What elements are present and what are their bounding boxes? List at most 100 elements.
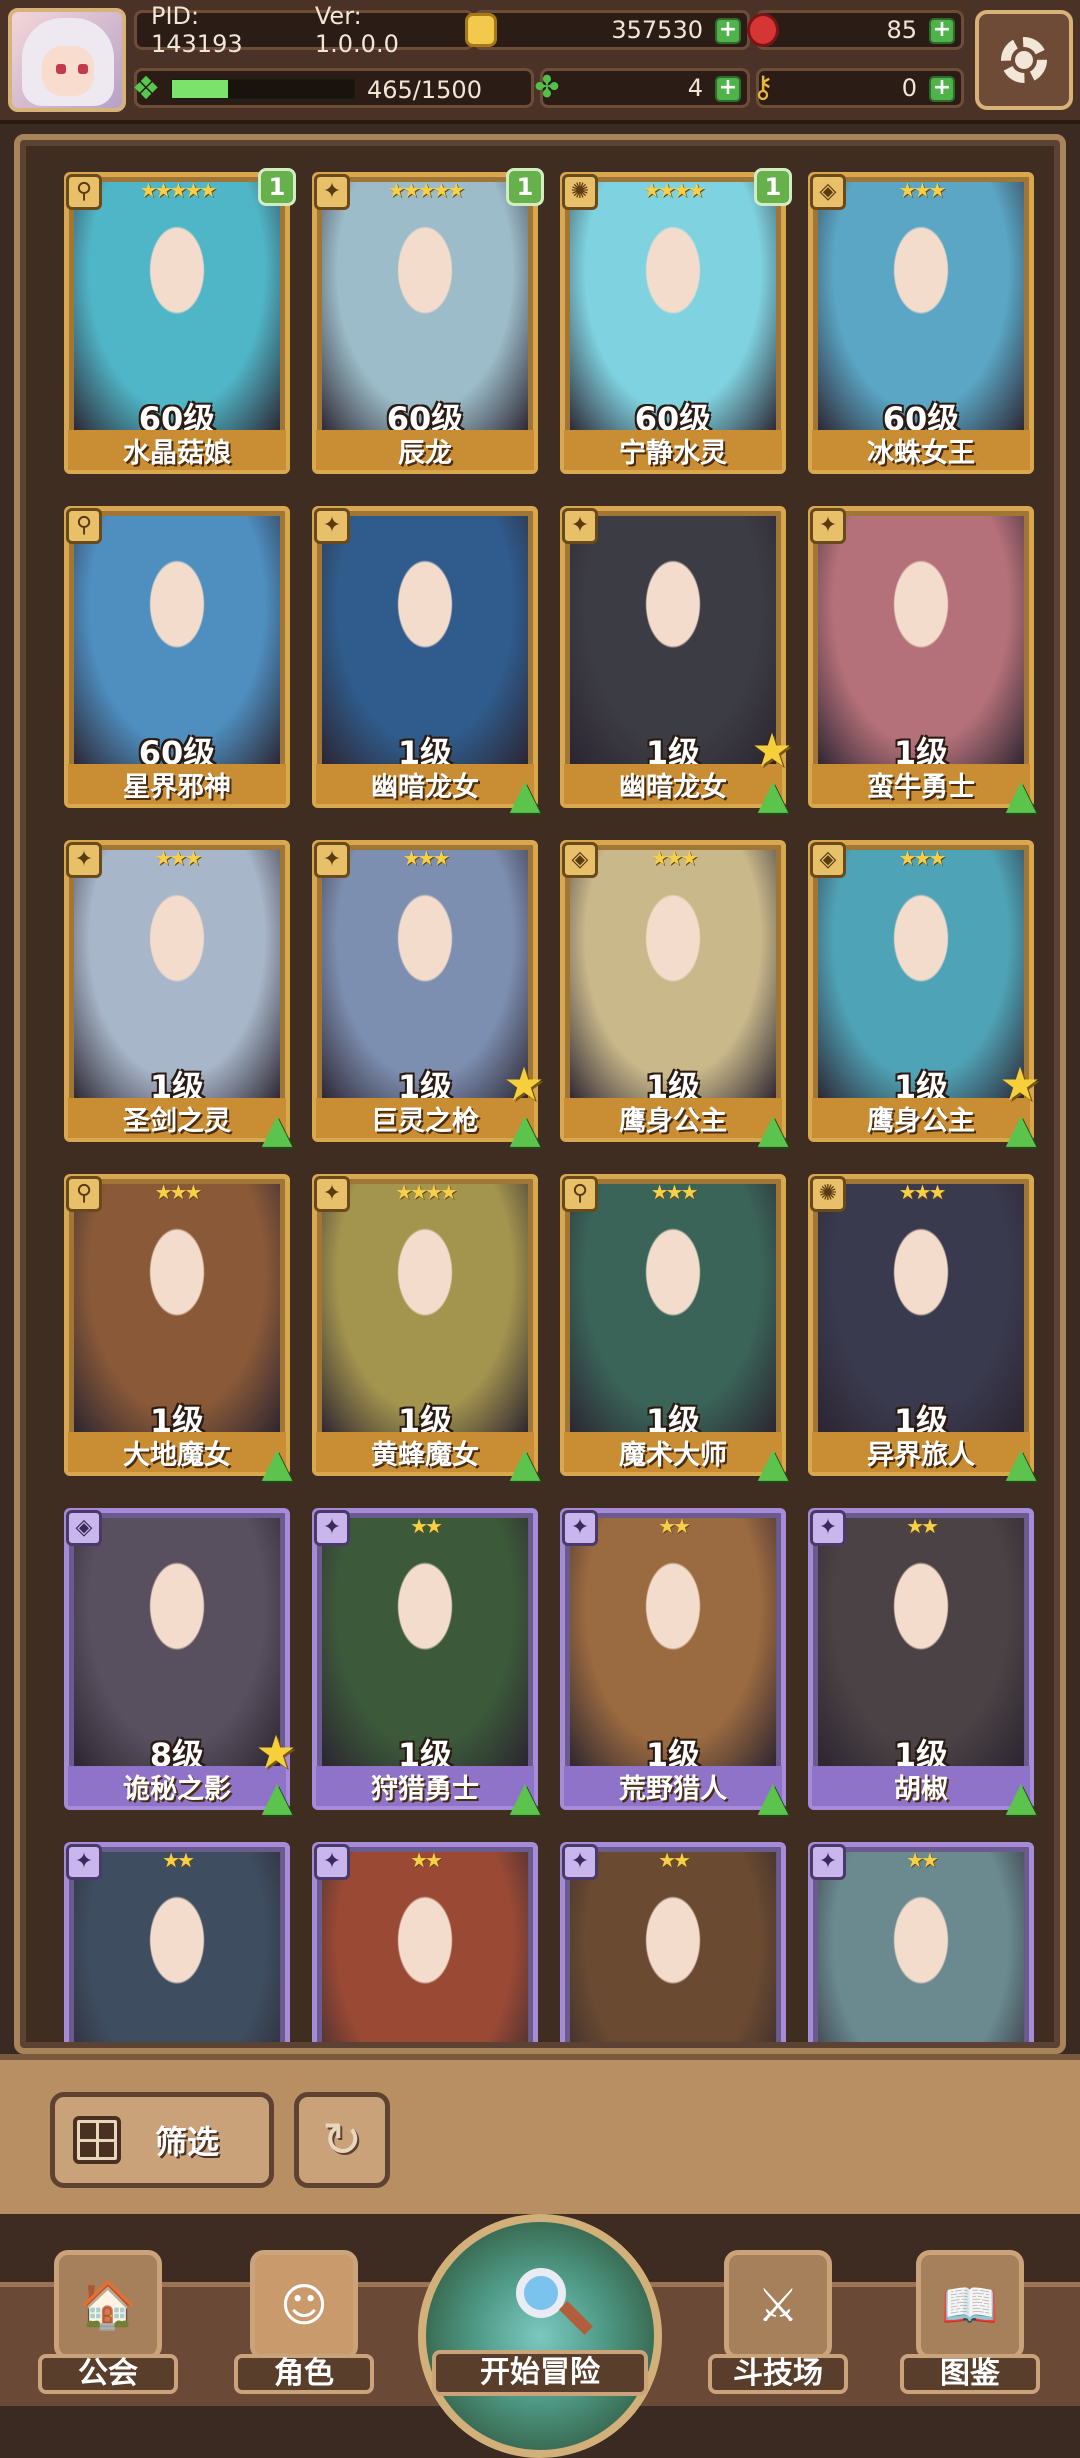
avatar-eye bbox=[56, 64, 66, 74]
sword-icon: ✦ bbox=[314, 842, 350, 878]
character-card[interactable]: ★★ ✦ bbox=[808, 1842, 1034, 2042]
character-card[interactable]: ★★ ✦ bbox=[64, 1842, 290, 2042]
character-name: 水晶菇娘 bbox=[68, 430, 286, 470]
character-card[interactable]: ★★ ✦ bbox=[560, 1842, 786, 2042]
energy-bar bbox=[171, 79, 355, 99]
nav-characters[interactable]: ☺ 角色 bbox=[234, 2250, 374, 2396]
top-bar: PID: 143193 Ver: 1.0.0.0 357530 + 85 + ❖… bbox=[0, 0, 1080, 124]
filter-label: 筛选 bbox=[155, 2123, 220, 2161]
sword-icon: ✦ bbox=[314, 1510, 350, 1546]
level-up-arrow-icon: ▲ bbox=[1005, 1106, 1037, 1152]
wand-icon: ⚲ bbox=[66, 1176, 102, 1212]
character-card[interactable]: ★★★★ ✺ 1 60级 宁静水灵 bbox=[560, 168, 792, 474]
sword-icon: ✦ bbox=[562, 508, 598, 544]
orb-icon: ✺ bbox=[562, 174, 598, 210]
level-up-arrow-icon: ▲ bbox=[1005, 1440, 1037, 1486]
count-badge: 1 bbox=[258, 168, 296, 206]
character-name: 辰龙 bbox=[316, 430, 534, 470]
gem-icon bbox=[747, 13, 779, 47]
sword-icon: ✦ bbox=[810, 1844, 846, 1880]
character-icon: ☺ bbox=[250, 2250, 358, 2360]
nav-codex[interactable]: 📖 图鉴 bbox=[900, 2250, 1040, 2396]
map-dome bbox=[418, 2214, 662, 2458]
add-keys-button[interactable]: + bbox=[929, 76, 955, 102]
character-card[interactable]: ★★★★★ ⚲ 1 60级 水晶菇娘 bbox=[64, 168, 296, 474]
character-name: 星界邪神 bbox=[68, 764, 286, 804]
nav-guild[interactable]: 🏠 公会 bbox=[38, 2250, 178, 2396]
character-card[interactable]: ★★★★★ ✦ 1 60级 辰龙 bbox=[312, 168, 544, 474]
keys-value: 0 bbox=[901, 74, 917, 102]
filter-bar: 筛选 ↻ bbox=[0, 2054, 1080, 2220]
level-up-arrow-icon: ▲ bbox=[757, 1774, 789, 1820]
crossed-swords-icon: ⚔ bbox=[724, 2250, 832, 2360]
keys-counter: ⚷ 0 + bbox=[752, 68, 964, 108]
character-card[interactable]: ✦ 1级 幽暗龙女 ▲ bbox=[312, 506, 540, 818]
coin-icon bbox=[465, 13, 497, 47]
pid-label: PID: 143193 bbox=[151, 2, 243, 58]
character-name: 冰蛛女王 bbox=[812, 430, 1030, 470]
character-card[interactable]: ★★ ✦ 1级 荒野猎人 ▲ bbox=[560, 1508, 788, 1820]
nav-arena[interactable]: ⚔ 斗技场 bbox=[708, 2250, 848, 2396]
level-up-arrow-icon: ▲ bbox=[1005, 772, 1037, 818]
orb-icon: ✺ bbox=[810, 1176, 846, 1212]
character-list-frame: ★★★★★ ⚲ 1 60级 水晶菇娘 ★★★★★ ✦ 1 60级 辰龙 ★★★★ ✺ 1 60级 宁静水灵 ★… bbox=[14, 134, 1066, 2054]
sword-icon: ✦ bbox=[562, 1510, 598, 1546]
gems-counter: 85 + bbox=[747, 10, 964, 50]
settings-button[interactable] bbox=[975, 10, 1073, 110]
avatar-eye bbox=[78, 64, 88, 74]
start-adventure-button[interactable]: 开始冒险 bbox=[418, 2214, 662, 2458]
character-card[interactable]: ✦ 1级 蛮牛勇士 ▲ bbox=[808, 506, 1036, 818]
character-portrait bbox=[570, 1852, 776, 2042]
count-badge: 1 bbox=[506, 168, 544, 206]
character-card[interactable]: ◈ 8级 诡秘之影 ★ ▲ bbox=[64, 1508, 297, 1820]
add-coins-button[interactable]: + bbox=[715, 18, 741, 44]
filter-button[interactable]: 筛选 bbox=[50, 2092, 274, 2188]
reset-button[interactable]: ↻ bbox=[294, 2092, 390, 2188]
key-icon: ⚷ bbox=[752, 70, 774, 105]
clover-counter: ✤ 4 + bbox=[534, 68, 750, 108]
character-card[interactable]: ✦ 1级 幽暗龙女 ★ ▲ bbox=[560, 506, 793, 818]
character-card[interactable]: ★★★ ◈ 1级 鹰身公主 ★ ▲ bbox=[808, 840, 1041, 1152]
level-up-arrow-icon: ▲ bbox=[509, 1106, 541, 1152]
clover-icon: ✤ bbox=[534, 70, 560, 105]
character-card[interactable]: ★★★ ◈ 1级 鹰身公主 ▲ bbox=[560, 840, 788, 1152]
character-card[interactable]: ★★★ ✦ 1级 巨灵之枪 ★ ▲ bbox=[312, 840, 545, 1152]
star-upgrade-icon: ★ bbox=[503, 1057, 545, 1111]
start-adventure-label: 开始冒险 bbox=[432, 2350, 648, 2396]
shop-icon: 🏠 bbox=[54, 2250, 162, 2360]
character-card[interactable]: ★★★ ✺ 1级 异界旅人 ▲ bbox=[808, 1174, 1036, 1486]
wand-icon: ⚲ bbox=[66, 174, 102, 210]
energy-value: 465/1500 bbox=[367, 76, 482, 104]
gems-value: 85 bbox=[886, 16, 917, 44]
refresh-icon: ↻ bbox=[321, 2112, 363, 2168]
character-card[interactable]: ★★★ ⚲ 1级 魔术大师 ▲ bbox=[560, 1174, 788, 1486]
character-card[interactable]: ★★★★ ✦ 1级 黄蜂魔女 ▲ bbox=[312, 1174, 540, 1486]
character-card[interactable]: ★★ ✦ 1级 胡椒 ▲ bbox=[808, 1508, 1036, 1820]
energy-counter: ❖ 465/1500 bbox=[132, 68, 534, 108]
grid-icon bbox=[73, 2116, 121, 2164]
magnifier-icon bbox=[516, 2268, 566, 2318]
gear-icon bbox=[1001, 37, 1047, 83]
player-avatar[interactable] bbox=[8, 8, 126, 112]
character-card[interactable]: ★★ ✦ bbox=[312, 1842, 538, 2042]
sword-icon: ✦ bbox=[314, 174, 350, 210]
character-card[interactable]: ★★★ ⚲ 1级 大地魔女 ▲ bbox=[64, 1174, 292, 1486]
sword-icon: ✦ bbox=[562, 1844, 598, 1880]
character-card[interactable]: ★★ ✦ 1级 狩猎勇士 ▲ bbox=[312, 1508, 540, 1820]
coins-value: 357530 bbox=[611, 16, 703, 44]
level-up-arrow-icon: ▲ bbox=[757, 1440, 789, 1486]
level-up-arrow-icon: ▲ bbox=[261, 1440, 293, 1486]
character-list-scroll[interactable]: ★★★★★ ⚲ 1 60级 水晶菇娘 ★★★★★ ✦ 1 60级 辰龙 ★★★★ ✺ 1 60级 宁静水灵 ★… bbox=[26, 146, 1054, 2042]
add-clover-button[interactable]: + bbox=[715, 76, 741, 102]
character-card[interactable]: ★★★ ✦ 1级 圣剑之灵 ▲ bbox=[64, 840, 292, 1152]
add-gems-button[interactable]: + bbox=[929, 18, 955, 44]
leaf-class-icon: ◈ bbox=[810, 842, 846, 878]
wand-icon: ⚲ bbox=[66, 508, 102, 544]
nav-codex-label: 图鉴 bbox=[900, 2354, 1040, 2394]
book-icon: 📖 bbox=[916, 2250, 1024, 2360]
level-up-arrow-icon: ▲ bbox=[509, 1440, 541, 1486]
star-upgrade-icon: ★ bbox=[255, 1725, 297, 1779]
character-card[interactable]: ⚲ 60级 星界邪神 bbox=[64, 506, 290, 808]
sword-icon: ✦ bbox=[314, 1844, 350, 1880]
character-card[interactable]: ★★★ ◈ 60级 冰蛛女王 bbox=[808, 172, 1034, 474]
